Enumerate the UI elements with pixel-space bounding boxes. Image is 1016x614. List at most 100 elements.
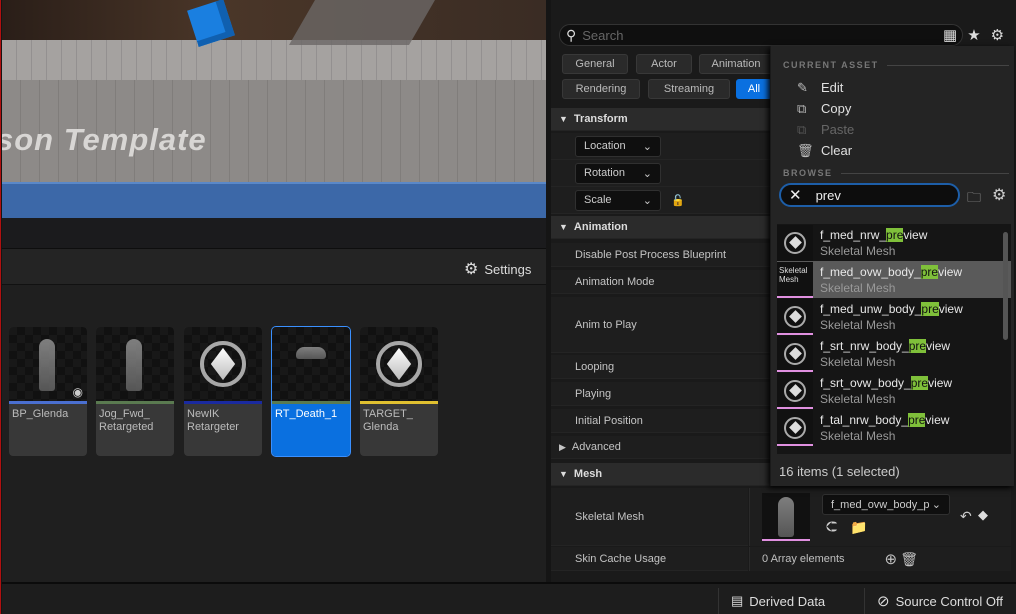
asset-tile[interactable]: NewIK Retargeter	[184, 327, 262, 456]
asset-type: Skeletal Mesh	[820, 317, 896, 332]
caret-down-icon: ▼	[559, 469, 568, 479]
asset-tile[interactable]: Jog_Fwd_ Retargeted	[96, 327, 174, 456]
thumbnail-figure	[126, 339, 142, 391]
property-row: Initial Position	[551, 409, 771, 433]
location-dropdown[interactable]: Location ⌄	[575, 135, 661, 157]
asset-list-item[interactable]: Skeletal Mesh f_med_ovw_body_preview Skele…	[777, 261, 1011, 298]
menu-item-paste[interactable]: ⧉ Paste	[797, 119, 854, 140]
asset-name: BP_Glenda	[12, 408, 69, 420]
thumbnail-figure	[39, 339, 55, 391]
gear-icon[interactable]: ⚙	[992, 185, 1006, 205]
browse-heading: BROWSE	[783, 168, 1009, 178]
details-search-input[interactable]: ⚲ Search	[559, 24, 963, 46]
asset-type: Skeletal Mesh	[820, 280, 896, 295]
filter-general[interactable]: General	[562, 54, 628, 74]
scrollbar[interactable]	[1003, 232, 1008, 340]
asset-thumbnail: ◉	[9, 327, 87, 401]
rotation-dropdown[interactable]: Rotation ⌄	[575, 162, 661, 184]
asset-type: Skeletal Mesh	[820, 428, 896, 443]
caret-down-icon: ▼	[559, 222, 568, 232]
menu-item-copy[interactable]: ⧉ Copy	[797, 98, 854, 119]
asset-list-item[interactable]: f_srt_nrw_body_preview Skeletal Mesh	[777, 335, 1011, 372]
asset-list-item[interactable]: f_srt_ovw_body_preview Skeletal Mesh	[777, 372, 1011, 409]
status-bar: ▤ Derived Data ⊘ Source Control Off	[2, 582, 1016, 614]
content-browser-header: ⚙ Settings	[2, 249, 546, 285]
wall-top	[2, 40, 546, 80]
asset-tile[interactable]: ◉ BP_Glenda	[9, 327, 87, 456]
asset-name: f_srt_ovw_body_preview	[820, 375, 953, 390]
filter-actor[interactable]: Actor	[636, 54, 692, 74]
property-label: Animation Mode	[575, 275, 655, 288]
cube-icon	[784, 416, 806, 439]
asset-name: f_med_unw_body_preview	[820, 301, 963, 316]
section-transform[interactable]: ▼ Transform	[551, 108, 771, 131]
menu-item-clear[interactable]: 🗑 Clear	[797, 140, 854, 161]
prohibited-icon: ⊘	[877, 593, 890, 610]
property-label: Disable Post Process Blueprint	[575, 248, 727, 261]
gear-icon[interactable]: ⚙	[991, 26, 1004, 44]
filter-streaming[interactable]: Streaming	[648, 79, 730, 99]
copy-icon: ⧉	[797, 100, 807, 116]
section-advanced[interactable]: ▶ Advanced	[551, 436, 771, 459]
table-icon[interactable]: ▦	[943, 26, 957, 44]
cube-icon	[784, 379, 806, 402]
source-control-button[interactable]: ⊘ Source Control Off	[864, 588, 1016, 614]
asset-tile[interactable]: TARGET_ Glenda	[360, 327, 438, 456]
skeletal-mesh-picker[interactable]: f_med_ovw_body_p ⌄	[822, 494, 950, 515]
mesh-thumbnail[interactable]	[762, 493, 810, 541]
template-text: son Template	[2, 122, 207, 157]
star-icon[interactable]: ★	[967, 26, 980, 44]
level-viewport[interactable]: son Template	[2, 0, 546, 248]
add-icon[interactable]: ⊕	[885, 551, 898, 568]
asset-list-item[interactable]: f_tal_nrw_body_preview Skeletal Mesh	[777, 409, 1011, 446]
scale-dropdown[interactable]: Scale ⌄	[575, 189, 661, 211]
thumbnail-figure	[296, 347, 326, 359]
asset-type: Skeletal Mesh	[820, 391, 896, 406]
mesh-thumbnail	[777, 224, 813, 261]
asset-tile[interactable]: RT_Death_1	[271, 326, 351, 457]
trash-icon[interactable]: 🗑	[900, 551, 918, 567]
cube-icon	[784, 231, 806, 254]
property-label: Looping	[575, 360, 615, 373]
chevron-down-icon: ⌄	[642, 140, 652, 153]
chevron-down-icon: ⌄	[931, 499, 941, 511]
folder-icon[interactable]: 🗀	[967, 187, 981, 211]
item-count: 16 items (1 selected)	[779, 464, 900, 479]
filter-animation[interactable]: Animation	[699, 54, 773, 74]
pencil-icon: ✎	[797, 79, 808, 95]
asset-list-item[interactable]: f_med_unw_body_preview Skeletal Mesh	[777, 298, 1011, 335]
use-selected-icon[interactable]: ⮈	[826, 519, 837, 536]
asset-thumbnail	[360, 327, 438, 401]
section-mesh[interactable]: ▼ Mesh	[551, 463, 771, 486]
property-row: Disable Post Process Blueprint	[551, 243, 771, 267]
asset-type: Skeletal Mesh	[820, 243, 896, 258]
cube-icon	[784, 342, 806, 365]
asset-name: f_tal_nrw_body_preview	[820, 412, 950, 427]
property-label: Initial Position	[575, 414, 643, 427]
asset-name: RT_Death_1	[275, 408, 338, 420]
add-element-icon[interactable]: ◆	[978, 507, 988, 523]
property-row: Playing	[551, 382, 771, 406]
caret-right-icon: ▶	[559, 441, 566, 452]
menu-item-edit[interactable]: ✎ Edit	[797, 77, 854, 98]
browse-folder-icon[interactable]: 📁	[850, 519, 867, 536]
asset-name: f_med_nrw_preview	[820, 227, 928, 242]
settings-button[interactable]: ⚙ Settings	[464, 259, 531, 279]
mesh-thumbnail	[777, 372, 813, 409]
unlock-icon[interactable]: 🔓	[671, 194, 685, 207]
section-animation[interactable]: ▼ Animation	[551, 216, 771, 239]
reset-icon[interactable]: ↶	[960, 508, 972, 525]
asset-name: f_srt_nrw_body_preview	[820, 338, 951, 353]
asset-list-item[interactable]: f_med_nrw_preview Skeletal Mesh	[777, 224, 1011, 261]
property-label: Anim to Play	[575, 318, 637, 331]
cube-icon	[784, 305, 806, 328]
asset-search-input[interactable]: ✕ prev	[779, 183, 960, 207]
content-browser: ⚙ Settings ◉ BP_Glenda Jog_Fwd_ Retargeted N…	[2, 248, 546, 582]
mesh-thumbnail: Skeletal Mesh	[777, 261, 813, 298]
clear-icon[interactable]: ✕	[789, 186, 802, 204]
filter-all[interactable]: All	[736, 79, 772, 99]
blue-strip	[2, 182, 546, 218]
filter-rendering[interactable]: Rendering	[562, 79, 640, 99]
chevron-down-icon: ⌄	[642, 194, 652, 207]
derived-data-button[interactable]: ▤ Derived Data	[718, 588, 858, 614]
